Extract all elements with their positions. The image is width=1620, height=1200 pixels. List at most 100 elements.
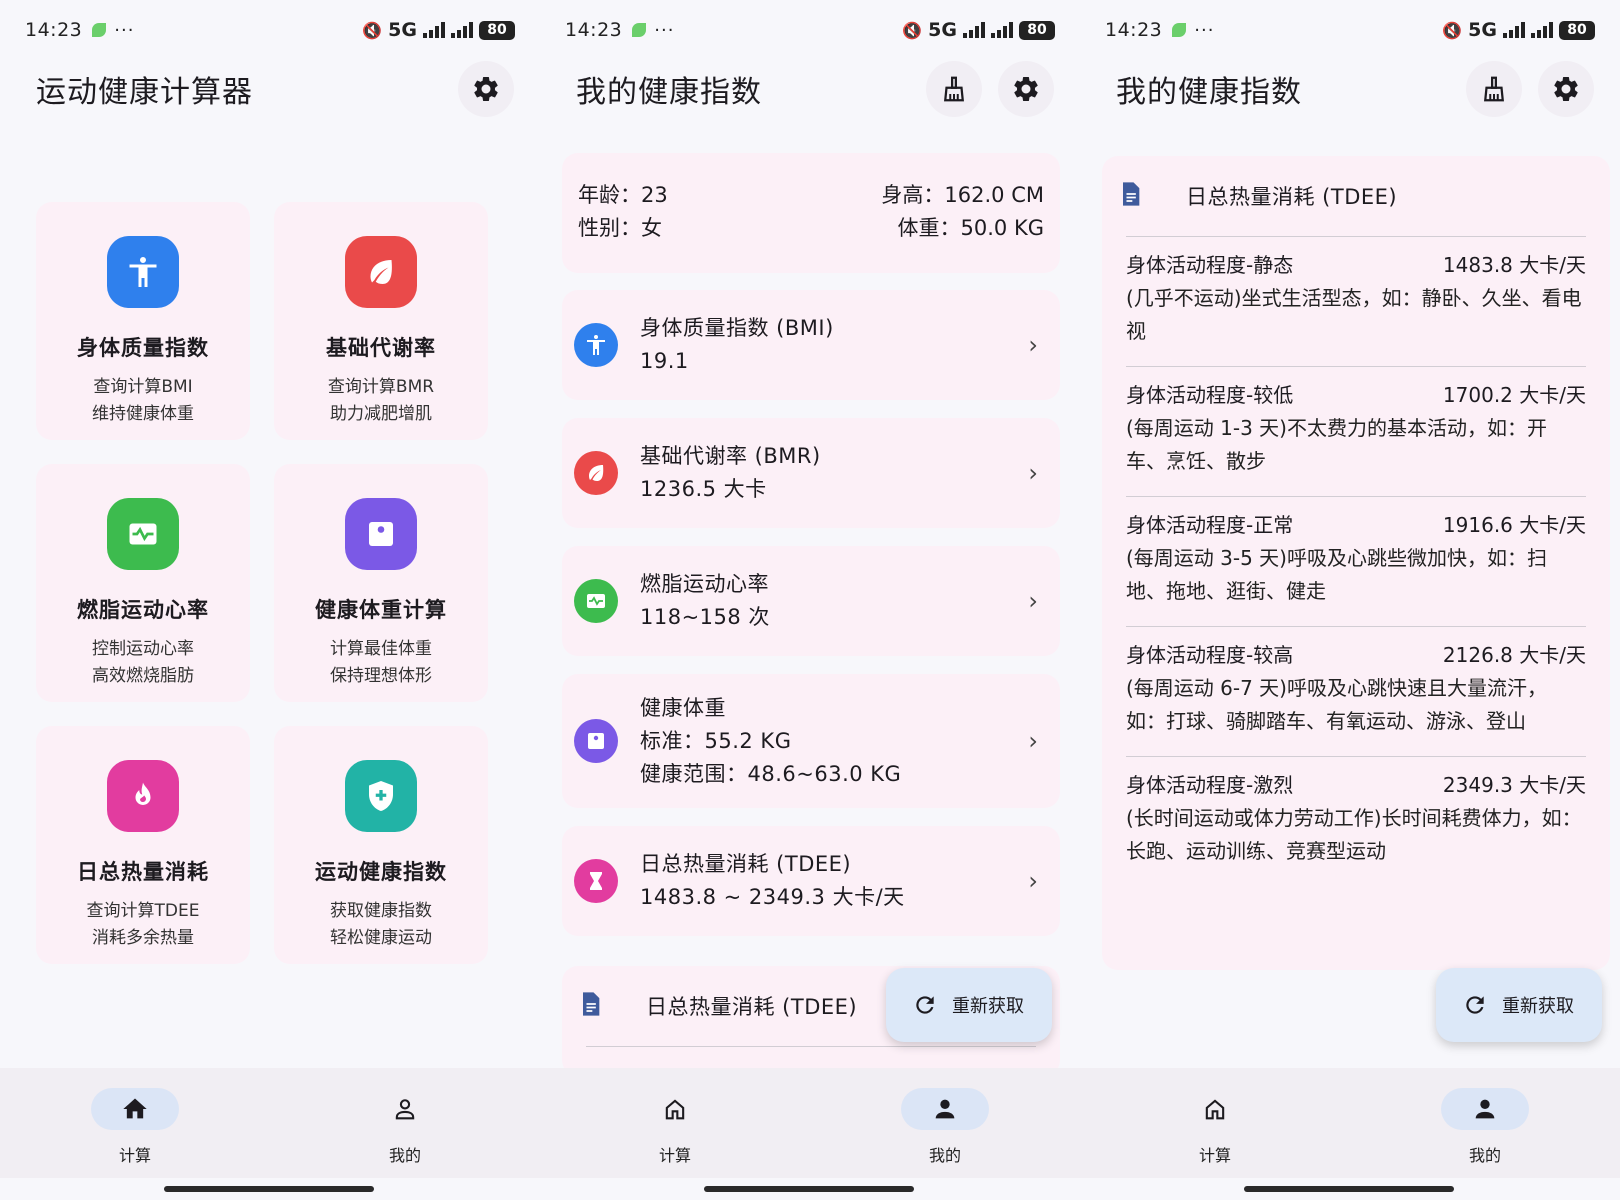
- activity-level-name: 身体活动程度-激烈: [1126, 773, 1294, 797]
- signal-icon: [451, 22, 473, 38]
- chevron-right-icon: ›: [1028, 459, 1038, 487]
- card-bmi[interactable]: 身体质量指数 查询计算BMI 维持健康体重: [36, 202, 250, 440]
- card-line: 计算最佳体重: [330, 639, 432, 659]
- tab-mine[interactable]: 我的: [1350, 1068, 1620, 1178]
- divider: [586, 1046, 1036, 1047]
- chevron-right-icon: ›: [1028, 727, 1038, 755]
- tab-calculate[interactable]: 计算: [540, 1068, 810, 1178]
- card-subtitle: 获取健康指数 轻松健康运动: [330, 898, 432, 952]
- hourglass-icon: [590, 872, 602, 890]
- activity-level-desc: (每周运动 3-5 天)呼吸及心跳些微加快，如：扫地、拖地、逛街、健走: [1126, 546, 1547, 603]
- card-bmr[interactable]: 基础代谢率 查询计算BMR 助力减肥增肌: [274, 202, 488, 440]
- clear-button[interactable]: [1466, 61, 1522, 117]
- shield-plus-icon: [369, 781, 393, 811]
- chevron-right-icon: ›: [1028, 331, 1038, 359]
- signal-icon: [963, 22, 985, 38]
- person-icon: [935, 1099, 955, 1119]
- heartbeat-icon: [129, 523, 157, 545]
- home-outline-icon: [1205, 1099, 1225, 1120]
- card-title: 健康体重计算: [315, 598, 447, 622]
- page-title: 我的健康指数: [1116, 75, 1302, 110]
- home-indicator[interactable]: [704, 1186, 914, 1192]
- more-dots: ···: [114, 19, 135, 41]
- settings-button[interactable]: [998, 61, 1054, 117]
- row-text: 健康体重 标准：55.2 KG 健康范围：48.6~63.0 KG: [640, 692, 901, 791]
- card-line: 查询计算BMR: [327, 377, 435, 397]
- card-icon-box: [345, 236, 417, 308]
- row-bmi[interactable]: 身体质量指数 (BMI) 19.1 ›: [562, 290, 1060, 400]
- activity-level-item: 身体活动程度-静态 1483.8 大卡/天 (几乎不运动)坐式生活型态，如：静卧、…: [1102, 237, 1610, 366]
- activity-level-name: 身体活动程度-静态: [1126, 253, 1294, 277]
- signal-icon: [991, 22, 1013, 38]
- battery-icon: 80: [1559, 20, 1595, 40]
- tab-mine[interactable]: 我的: [810, 1068, 1080, 1178]
- card-subtitle: 查询计算BMI 维持健康体重: [92, 374, 194, 428]
- activity-level-desc: (每周运动 6-7 天)呼吸及心跳快速且大量流汗，如：打球、骑脚踏车、有氧运动、…: [1126, 676, 1547, 733]
- card-title: 运动健康指数: [315, 860, 447, 884]
- profile-info-card: 年龄：23 身高：162.0 CM 性别：女 体重：50.0 KG: [562, 153, 1060, 273]
- activity-level-name: 身体活动程度-较高: [1126, 643, 1294, 667]
- mute-icon: 🔇: [362, 20, 383, 40]
- top-app-bar: 我的健康指数: [1080, 58, 1620, 120]
- tab-label: 我的: [388, 1146, 421, 1165]
- bottom-navigation: 计算 我的: [1080, 1068, 1620, 1178]
- card-subtitle: 计算最佳体重 保持理想体形: [330, 636, 432, 690]
- screen-my-health: 14:23 ··· 🔇 5G 80 我的健康指数 年龄：23 身高：162.0 C…: [540, 0, 1080, 1200]
- refresh-button[interactable]: 重新获取: [1436, 968, 1602, 1042]
- row-text: 燃脂运动心率 118~158 次: [640, 568, 770, 634]
- activity-level-value: 1916.6 大卡/天: [1442, 513, 1586, 537]
- leaf-icon: [370, 260, 392, 284]
- settings-button[interactable]: [1538, 61, 1594, 117]
- card-health-index[interactable]: 运动健康指数 获取健康指数 轻松健康运动: [274, 726, 488, 964]
- wechat-icon: [632, 23, 647, 37]
- home-indicator[interactable]: [164, 1186, 374, 1192]
- row-value: 19.1: [640, 349, 689, 373]
- refresh-button[interactable]: 重新获取: [886, 968, 1052, 1042]
- row-tdee[interactable]: 日总热量消耗 (TDEE) 1483.8 ~ 2349.3 大卡/天 ›: [562, 826, 1060, 936]
- row-text: 基础代谢率 (BMR) 1236.5 大卡: [640, 440, 821, 506]
- row-bmr[interactable]: 基础代谢率 (BMR) 1236.5 大卡 ›: [562, 418, 1060, 528]
- settings-button[interactable]: [458, 61, 514, 117]
- status-time: 14:23: [565, 19, 623, 41]
- card-heart-rate[interactable]: 燃脂运动心率 控制运动心率 高效燃烧脂肪: [36, 464, 250, 702]
- status-bar: 14:23 ··· 🔇 5G 80: [540, 0, 1080, 60]
- clear-button[interactable]: [926, 61, 982, 117]
- person-outline-icon: [395, 1099, 415, 1120]
- row-text: 身体质量指数 (BMI) 19.1: [640, 312, 834, 378]
- card-line: 获取健康指数: [330, 901, 432, 921]
- row-text: 日总热量消耗 (TDEE) 1483.8 ~ 2349.3 大卡/天: [640, 848, 905, 914]
- card-healthy-weight[interactable]: 健康体重计算 计算最佳体重 保持理想体形: [274, 464, 488, 702]
- card-tdee[interactable]: 日总热量消耗 查询计算TDEE 消耗多余热量: [36, 726, 250, 964]
- home-icon: [123, 1098, 147, 1119]
- home-indicator[interactable]: [1244, 1186, 1454, 1192]
- card-subtitle: 查询计算TDEE 消耗多余热量: [87, 898, 200, 952]
- tab-indicator: [1441, 1088, 1529, 1130]
- height-label: 身高：162.0 CM: [881, 183, 1044, 207]
- scale-icon: [369, 522, 393, 546]
- row-heart-rate[interactable]: 燃脂运动心率 118~158 次 ›: [562, 546, 1060, 656]
- document-icon: [1116, 180, 1144, 212]
- activity-level-value: 1700.2 大卡/天: [1442, 383, 1586, 407]
- status-bar: 14:23 ··· 🔇 5G 80: [0, 0, 540, 60]
- card-title: 燃脂运动心率: [77, 598, 209, 622]
- refresh-icon: [1466, 996, 1484, 1014]
- tab-calculate[interactable]: 计算: [1080, 1068, 1350, 1178]
- network-label: 5G: [1468, 19, 1497, 41]
- chevron-right-icon: ›: [1028, 867, 1038, 895]
- tab-label: 计算: [1198, 1146, 1231, 1165]
- card-line: 查询计算TDEE: [86, 901, 200, 921]
- tab-mine[interactable]: 我的: [270, 1068, 540, 1178]
- age-label: 年龄：23: [578, 183, 668, 207]
- bottom-navigation: 计算 我的: [540, 1068, 1080, 1178]
- gear-icon: [474, 76, 498, 101]
- status-right: 🔇 5G 80: [902, 19, 1055, 41]
- row-healthy-weight[interactable]: 健康体重 标准：55.2 KG 健康范围：48.6~63.0 KG ›: [562, 674, 1060, 808]
- row-value: 健康范围：48.6~63.0 KG: [640, 761, 902, 786]
- status-time: 14:23: [25, 19, 83, 41]
- tab-label: 计算: [118, 1146, 151, 1165]
- network-label: 5G: [388, 19, 417, 41]
- row-title: 身体质量指数 (BMI): [640, 316, 834, 340]
- tab-calculate[interactable]: 计算: [0, 1068, 270, 1178]
- signal-icon: [423, 22, 445, 38]
- tdee-header: 日总热量消耗 (TDEE): [1102, 156, 1610, 236]
